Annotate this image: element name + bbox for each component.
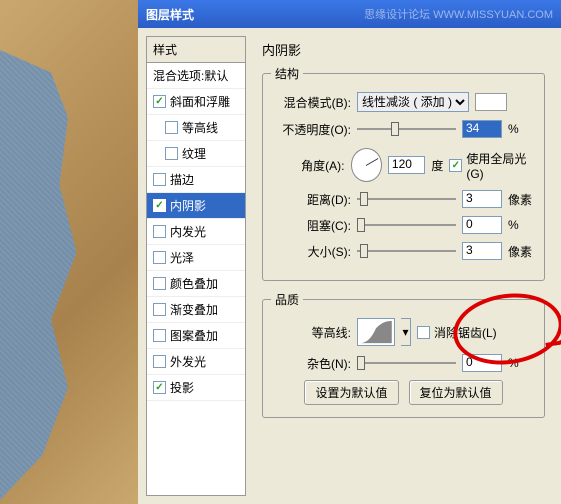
angle-unit: 度: [431, 157, 443, 174]
set-default-button[interactable]: 设置为默认值: [304, 380, 398, 405]
checkbox-icon[interactable]: [165, 147, 178, 160]
noise-input[interactable]: 0: [462, 354, 502, 372]
checkbox-icon[interactable]: [153, 355, 166, 368]
structure-legend: 结构: [271, 65, 303, 82]
style-item-inner-shadow[interactable]: 内阴影: [147, 193, 245, 219]
contour-label: 等高线:: [271, 324, 351, 341]
checkbox-icon[interactable]: [165, 121, 178, 134]
styles-list-panel: 样式 混合选项:默认 斜面和浮雕 等高线 纹理: [146, 36, 246, 496]
style-item-satin[interactable]: 光泽: [147, 245, 245, 271]
layer-style-dialog: 图层样式 思缘设计论坛 WWW.MISSYUAN.COM 样式 混合选项:默认 …: [138, 0, 561, 504]
style-item-drop-shadow[interactable]: 投影: [147, 375, 245, 401]
blend-mode-label: 混合模式(B):: [271, 94, 351, 111]
size-label: 大小(S):: [271, 243, 351, 260]
distance-label: 距离(D):: [271, 191, 351, 208]
structure-fieldset: 结构 混合模式(B): 线性减淡 ( 添加 ) 不透明度(O): 34 % 角度…: [262, 65, 545, 281]
size-input[interactable]: 3: [462, 242, 502, 260]
style-item-inner-glow[interactable]: 内发光: [147, 219, 245, 245]
checkbox-icon[interactable]: [153, 199, 166, 212]
opacity-unit: %: [508, 122, 536, 136]
antialias-checkbox[interactable]: 消除锯齿(L): [417, 324, 497, 341]
checkbox-icon[interactable]: [153, 329, 166, 342]
distance-slider[interactable]: [357, 190, 456, 208]
window-title: 图层样式: [146, 6, 194, 23]
choke-unit: %: [508, 218, 536, 232]
choke-input[interactable]: 0: [462, 216, 502, 234]
titlebar: 图层样式 思缘设计论坛 WWW.MISSYUAN.COM: [138, 0, 561, 28]
distance-input[interactable]: 3: [462, 190, 502, 208]
quality-legend: 品质: [271, 291, 303, 308]
effect-preview: [0, 0, 138, 504]
settings-panel: 内阴影 结构 混合模式(B): 线性减淡 ( 添加 ) 不透明度(O): 34 …: [254, 36, 553, 496]
noise-label: 杂色(N):: [271, 355, 351, 372]
checkbox-icon[interactable]: [153, 225, 166, 238]
styles-header: 样式: [147, 37, 245, 63]
choke-label: 阻塞(C):: [271, 217, 351, 234]
style-item-texture[interactable]: 纹理: [147, 141, 245, 167]
style-item-color-overlay[interactable]: 颜色叠加: [147, 271, 245, 297]
angle-dial[interactable]: [351, 148, 382, 182]
reset-default-button[interactable]: 复位为默认值: [409, 380, 503, 405]
checkbox-icon[interactable]: [153, 277, 166, 290]
style-item-stroke[interactable]: 描边: [147, 167, 245, 193]
size-slider[interactable]: [357, 242, 456, 260]
quality-fieldset: 品质 等高线: ▾ 消除锯齿(L) 杂色(N): 0 %: [262, 291, 545, 418]
blend-mode-select[interactable]: 线性减淡 ( 添加 ): [357, 92, 469, 112]
checkbox-icon[interactable]: [153, 251, 166, 264]
checkbox-icon: [449, 159, 462, 172]
watermark: 思缘设计论坛 WWW.MISSYUAN.COM: [364, 6, 553, 22]
checkbox-icon[interactable]: [153, 381, 166, 394]
contour-picker[interactable]: [357, 318, 395, 346]
distance-unit: 像素: [508, 191, 536, 208]
noise-unit: %: [508, 356, 536, 370]
checkbox-icon[interactable]: [153, 95, 166, 108]
style-item-outer-glow[interactable]: 外发光: [147, 349, 245, 375]
style-item-gradient-overlay[interactable]: 渐变叠加: [147, 297, 245, 323]
size-unit: 像素: [508, 243, 536, 260]
style-item-bevel[interactable]: 斜面和浮雕: [147, 89, 245, 115]
checkbox-icon[interactable]: [153, 173, 166, 186]
noise-slider[interactable]: [357, 354, 456, 372]
color-swatch[interactable]: [475, 93, 507, 111]
opacity-label: 不透明度(O):: [271, 121, 351, 138]
contour-dropdown[interactable]: ▾: [401, 318, 411, 346]
blend-options-item[interactable]: 混合选项:默认: [147, 63, 245, 89]
opacity-slider[interactable]: [357, 120, 456, 138]
angle-input[interactable]: 120: [388, 156, 425, 174]
global-light-checkbox[interactable]: 使用全局光(G): [449, 150, 536, 181]
checkbox-icon: [417, 326, 430, 339]
checkbox-icon[interactable]: [153, 303, 166, 316]
choke-slider[interactable]: [357, 216, 456, 234]
angle-label: 角度(A):: [271, 157, 345, 174]
dialog-content: 样式 混合选项:默认 斜面和浮雕 等高线 纹理: [138, 28, 561, 504]
panel-title: 内阴影: [262, 40, 545, 59]
style-item-pattern-overlay[interactable]: 图案叠加: [147, 323, 245, 349]
opacity-input[interactable]: 34: [462, 120, 502, 138]
style-item-contour[interactable]: 等高线: [147, 115, 245, 141]
